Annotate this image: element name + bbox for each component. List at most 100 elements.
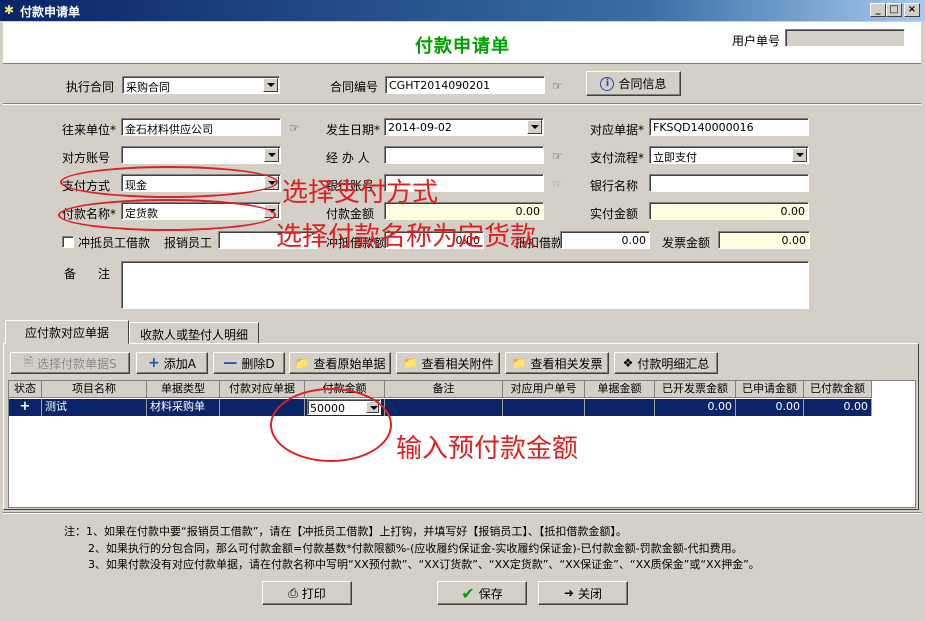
column-header[interactable]: 状态	[9, 381, 42, 398]
delete-button[interactable]: — 删除D	[213, 352, 285, 374]
view-attach-label: 查看相关附件	[421, 356, 494, 371]
view-invoice-button[interactable]: 📁 查看相关发票	[505, 352, 609, 374]
minimize-button[interactable]: _	[870, 3, 886, 17]
offset-loan-label: 冲抵员工借款	[78, 236, 151, 250]
divider	[3, 512, 921, 514]
cell-invoiced[interactable]: 0.00	[655, 399, 736, 416]
add-button[interactable]: + 添加A	[136, 352, 208, 374]
user-no-label: 用户单号	[732, 34, 781, 48]
ref-no-label: 对应单据*	[590, 123, 645, 137]
row-status-icon[interactable]: +	[9, 399, 42, 416]
title-bar: ✱ 付款申请单 _ □ ×	[0, 0, 925, 21]
invoice-field[interactable]: 0.00	[718, 231, 810, 249]
maximize-button[interactable]: □	[886, 3, 902, 17]
flow-value: 立即支付	[653, 151, 697, 164]
column-header[interactable]: 对应用户单号	[503, 381, 585, 398]
note-line-2: 2、如果执行的分包合同，那么可付款金额=付款基数*付款限额%-(应收履约保证金-…	[88, 542, 743, 555]
annotation-oval-method	[60, 166, 278, 198]
minus-icon: —	[223, 355, 238, 371]
remark-textarea[interactable]	[121, 261, 809, 309]
ref-no-field[interactable]: FKSQD140000016	[649, 118, 809, 136]
flow-label: 支付流程*	[590, 151, 645, 165]
cell-remark[interactable]	[385, 399, 503, 416]
partner-label: 往来单位*	[62, 123, 117, 137]
user-no-field[interactable]	[785, 29, 905, 47]
close-label: 关闭	[578, 586, 603, 601]
date-field[interactable]: 2014-09-02	[384, 118, 544, 136]
account-select[interactable]	[121, 146, 281, 164]
cell-applied[interactable]: 0.00	[736, 399, 804, 416]
exec-contract-value: 采购合同	[126, 81, 170, 94]
pointing-hand-icon[interactable]: ☞	[289, 122, 307, 134]
cell-user-no[interactable]	[503, 399, 585, 416]
chevron-down-icon[interactable]	[264, 148, 279, 162]
contract-info-label: 合同信息	[618, 77, 667, 91]
print-button[interactable]: ⎙ 打印	[262, 581, 352, 605]
close-window-button[interactable]: ×	[904, 3, 920, 17]
annotation-text-method: 选择支付方式	[282, 178, 439, 208]
save-button[interactable]: ✔ 保存	[437, 581, 527, 605]
plus-icon: +	[148, 355, 160, 371]
actual-amount-field[interactable]: 0.00	[649, 202, 809, 220]
cell-project[interactable]: 测试	[42, 399, 147, 416]
select-doc-label: 选择付款单据S	[37, 356, 117, 371]
folder-icon: 📁	[294, 356, 310, 370]
exec-contract-select[interactable]: 采购合同	[122, 76, 280, 94]
column-header[interactable]: 已开发票金额	[655, 381, 736, 398]
handler-field[interactable]	[384, 146, 544, 164]
column-header[interactable]: 单据类型	[147, 381, 220, 398]
account-label: 对方账号	[62, 151, 111, 165]
chevron-down-icon[interactable]	[792, 148, 807, 162]
annotation-oval-amount	[270, 388, 392, 462]
column-header[interactable]: 项目名称	[42, 381, 147, 398]
exec-contract-label: 执行合同	[66, 80, 115, 94]
delete-label: 删除D	[241, 356, 275, 371]
remark-label-part1: 备	[64, 267, 77, 281]
print-label: 打印	[301, 586, 326, 601]
column-header[interactable]: 单据金额	[585, 381, 655, 398]
document-icon: 🗎	[23, 354, 34, 369]
tab-payable-docs[interactable]: 应付款对应单据	[5, 320, 129, 344]
view-attach-button[interactable]: 📁 查看相关附件	[396, 352, 500, 374]
pointing-hand-icon: ☞	[552, 177, 563, 191]
folder-icon: 📁	[402, 356, 418, 370]
app-icon: ✱	[4, 3, 15, 17]
note-line-1: 注：1、如果在付款中要“报销员工借款”，请在【冲抵员工借款】上打钩，并填写好【报…	[64, 525, 627, 538]
info-icon: i	[600, 76, 615, 91]
annotation-oval-pay-name	[58, 199, 276, 231]
annotation-text-pay-name: 选择付款名称为定货款	[276, 222, 537, 252]
cell-doc-type[interactable]: 材料采购单	[147, 399, 220, 416]
note-line-3: 3、如果付款没有对应付款单据，请在付款名称中写明“XX预付款”、“XX订货款”、…	[88, 558, 760, 571]
view-original-button[interactable]: 📁 查看原始单据	[289, 352, 391, 374]
cell-doc-amount[interactable]	[585, 399, 655, 416]
flow-select[interactable]: 立即支付	[649, 146, 809, 164]
column-header[interactable]: 已付款金额	[804, 381, 872, 398]
close-button[interactable]: ➜ 关闭	[538, 581, 628, 605]
offset-loan-checkbox[interactable]	[62, 236, 74, 248]
partner-field[interactable]: 金石材料供应公司	[121, 118, 281, 136]
column-header[interactable]: 备注	[385, 381, 503, 398]
printer-icon: ⎙	[288, 585, 298, 600]
invoice-label: 发票金额	[662, 236, 711, 250]
actual-amount-label: 实付金额	[590, 207, 639, 221]
column-header[interactable]: 已申请金额	[736, 381, 804, 398]
pointing-hand-icon[interactable]: ☞	[552, 150, 570, 162]
tab-payee-details[interactable]: 收款人或垫付人明细	[129, 322, 259, 344]
chevron-down-icon[interactable]	[527, 120, 542, 134]
pointing-hand-icon[interactable]: ☞	[552, 80, 570, 92]
chevron-down-icon[interactable]	[263, 78, 278, 92]
view-original-label: 查看原始单据	[313, 356, 386, 371]
handler-label: 经 办 人	[326, 151, 370, 165]
pay-summary-button[interactable]: ❖ 付款明细汇总	[614, 352, 718, 374]
contract-no-field[interactable]: CGHT2014090201	[385, 76, 545, 94]
deduct-field[interactable]: 0.00	[560, 231, 650, 249]
bank-name-field[interactable]	[649, 174, 809, 192]
contract-info-button[interactable]: i 合同信息	[586, 71, 681, 96]
view-invoice-label: 查看相关发票	[530, 356, 603, 371]
cell-paid[interactable]: 0.00	[804, 399, 872, 416]
pay-summary-label: 付款明细汇总	[637, 356, 710, 371]
date-value: 2014-09-02	[388, 121, 452, 134]
save-label: 保存	[478, 586, 503, 601]
checkmark-icon: ✔	[461, 583, 475, 603]
select-doc-button[interactable]: 🗎 选择付款单据S	[10, 352, 130, 374]
